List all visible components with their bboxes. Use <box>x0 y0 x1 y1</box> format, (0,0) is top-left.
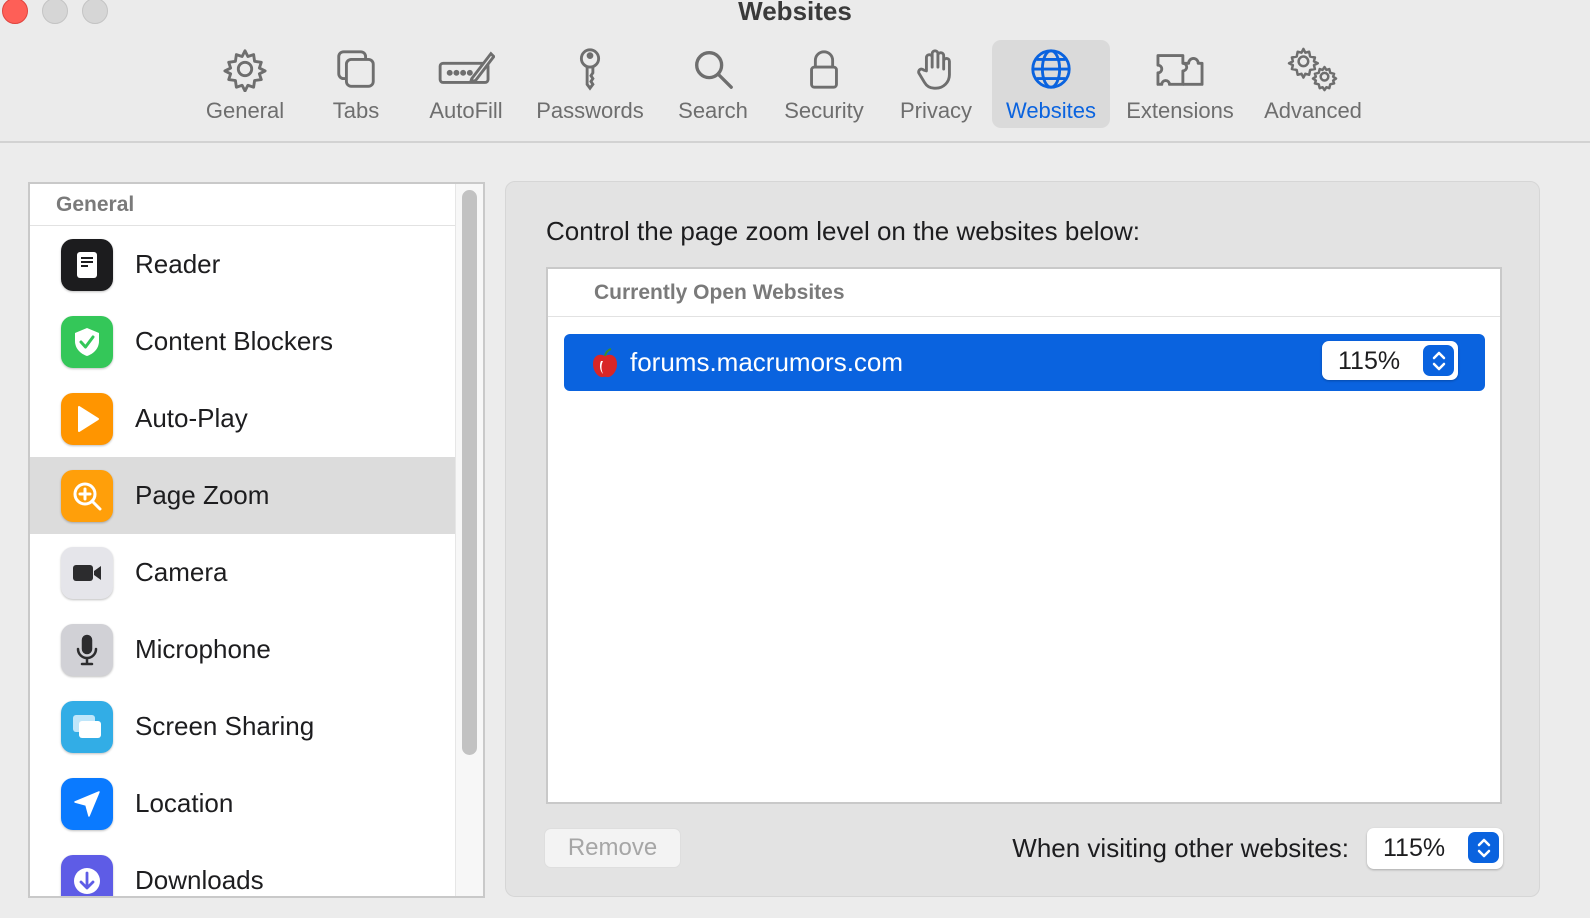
tab-general[interactable]: General <box>195 40 295 128</box>
tab-search-label: Search <box>678 98 748 123</box>
tab-search[interactable]: Search <box>670 40 756 128</box>
other-zoom-value: 115% <box>1383 834 1446 862</box>
website-settings-list: General Reader Content Blockers Auto-Pla… <box>28 182 485 898</box>
site-domain: forums.macrumors.com <box>630 347 904 377</box>
page-zoom-panel: Control the page zoom level on the websi… <box>505 181 1540 897</box>
sidebar-item-label: Page Zoom <box>135 480 270 510</box>
remove-button[interactable]: Remove <box>544 828 681 868</box>
tab-tabs-label: Tabs <box>332 98 380 123</box>
preferences-toolbar: General Tabs AutoFill Passwords Search S… <box>0 40 1590 128</box>
gear-icon <box>223 49 267 92</box>
tab-websites[interactable]: Websites <box>992 40 1110 128</box>
reader-icon <box>61 238 113 291</box>
tab-general-label: General <box>205 98 285 123</box>
sidebar-section-header: General <box>30 184 483 226</box>
sidebar-item-label: Camera <box>135 557 228 587</box>
sidebar-item-auto-play[interactable]: Auto-Play <box>30 380 457 457</box>
sidebar-item-microphone[interactable]: Microphone <box>30 611 457 688</box>
tabs-icon <box>337 50 375 88</box>
tab-security-label: Security <box>784 98 864 123</box>
sidebar-item-label: Microphone <box>135 634 271 664</box>
shield-check-icon <box>61 315 113 368</box>
puzzle-icon <box>1156 54 1204 86</box>
sidebar-scrollbar[interactable] <box>455 184 483 896</box>
tab-websites-label: Websites <box>1005 98 1097 123</box>
site-zoom-select[interactable]: 115% <box>1322 341 1458 380</box>
sidebar-item-label: Downloads <box>135 865 264 895</box>
tab-privacy-label: Privacy <box>899 98 973 123</box>
other-websites-label: When visiting other websites: <box>1012 833 1349 863</box>
tab-extensions-label: Extensions <box>1126 98 1234 123</box>
lock-icon <box>810 50 838 89</box>
table-column-header: Currently Open Websites <box>548 269 1500 317</box>
camera-icon <box>61 546 113 599</box>
globe-icon <box>1031 49 1071 89</box>
key-icon <box>579 48 601 91</box>
microphone-icon <box>61 623 113 676</box>
window-title: Websites <box>738 0 852 26</box>
window-titlebar: Websites General Tabs AutoFill Passwords… <box>0 0 1590 143</box>
screen-sharing-icon <box>61 700 113 753</box>
chevron-updown-icon <box>1423 345 1454 376</box>
tab-autofill-label: AutoFill <box>429 98 503 123</box>
sidebar-item-label: Content Blockers <box>135 326 333 356</box>
macrumors-apple-icon <box>593 347 617 377</box>
tab-advanced-label: Advanced <box>1264 98 1362 123</box>
gears-icon <box>1287 47 1338 92</box>
sidebar-item-screen-sharing[interactable]: Screen Sharing <box>30 688 457 765</box>
sidebar-item-location[interactable]: Location <box>30 765 457 842</box>
tab-passwords[interactable]: Passwords <box>530 40 650 128</box>
tab-security[interactable]: Security <box>775 40 873 128</box>
download-icon <box>61 854 113 896</box>
table-row[interactable]: forums.macrumors.com 115% <box>564 334 1485 391</box>
sidebar-item-content-blockers[interactable]: Content Blockers <box>30 303 457 380</box>
chevron-updown-icon <box>1468 832 1499 863</box>
sidebar-scrollbar-thumb[interactable] <box>462 190 477 755</box>
sidebar-item-reader[interactable]: Reader <box>30 226 457 303</box>
sidebar-item-camera[interactable]: Camera <box>30 534 457 611</box>
sidebar-item-page-zoom[interactable]: Page Zoom <box>30 457 457 534</box>
tab-tabs[interactable]: Tabs <box>315 40 397 128</box>
magnifier-icon <box>695 51 733 89</box>
location-arrow-icon <box>61 777 113 830</box>
autofill-icon <box>438 51 495 84</box>
zoom-icon <box>61 469 113 522</box>
tab-extensions[interactable]: Extensions <box>1122 40 1238 128</box>
panel-instruction: Control the page zoom level on the websi… <box>546 216 1141 246</box>
sidebar-item-label: Reader <box>135 249 221 279</box>
tab-passwords-label: Passwords <box>536 98 644 123</box>
hand-icon <box>917 49 951 90</box>
play-icon <box>61 392 113 445</box>
sidebar-item-label: Screen Sharing <box>135 711 315 741</box>
sidebar-item-label: Auto-Play <box>135 403 248 433</box>
tab-advanced[interactable]: Advanced <box>1256 40 1370 128</box>
open-websites-table: Currently Open Websites forums.macrumors… <box>546 267 1502 804</box>
site-zoom-value: 115% <box>1338 347 1401 375</box>
tab-autofill[interactable]: AutoFill <box>420 40 512 128</box>
sidebar-item-label: Location <box>135 788 234 818</box>
sidebar-item-downloads[interactable]: Downloads <box>30 842 457 896</box>
tab-privacy[interactable]: Privacy <box>890 40 982 128</box>
other-websites-zoom-select[interactable]: 115% <box>1367 828 1503 869</box>
